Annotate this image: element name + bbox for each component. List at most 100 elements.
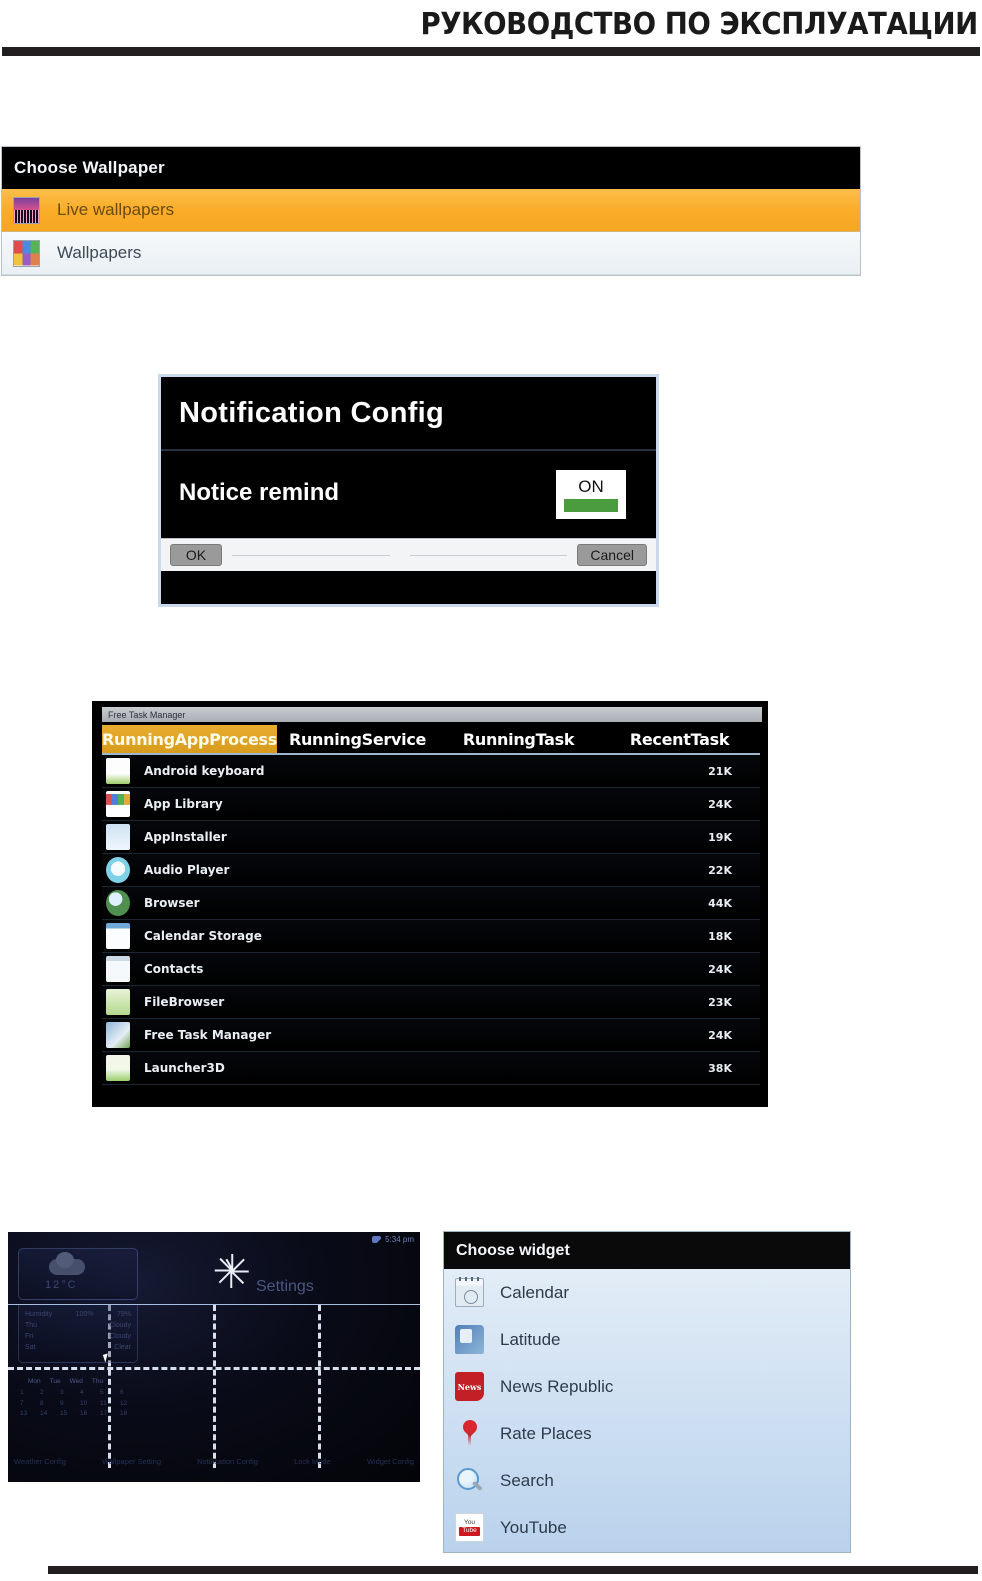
choose-widget-title: Choose widget [456,1241,570,1259]
calendar-day-grid: 1 2 3 4 5 6 7 8 9 10 11 12 13 14 15 16 1 [20,1388,138,1418]
live-wallpaper-icon [13,196,40,224]
process-name: Audio Player [144,863,230,877]
menu-item-widget-config[interactable]: Widget Config [367,1457,414,1466]
menu-item-weather-config[interactable]: Weather Config [14,1457,66,1466]
process-name: AppInstaller [144,830,227,844]
weather-widget-header[interactable]: 12°C [18,1248,138,1300]
weather-row-left: Fri [25,1332,34,1340]
calendar-day: 6 [120,1389,124,1397]
weather-row: Fri Cloudy [25,1332,131,1343]
news-republic-badge: News [457,1381,482,1392]
table-row[interactable]: Launcher3D 38K [102,1052,760,1085]
process-name: Calendar Storage [144,929,262,943]
app-installer-icon [106,824,130,850]
choose-wallpaper-titlebar: Choose Wallpaper [2,147,860,189]
calendar-weekday: Thu [91,1378,104,1385]
weather-row: Sat Clear [25,1343,131,1354]
calendar-weekday: Mon [28,1378,41,1385]
grid-divider-vertical [213,1305,216,1468]
process-name: Free Task Manager [144,1028,272,1042]
widget-item-youtube[interactable]: You Tube YouTube [444,1504,850,1551]
widget-item-latitude[interactable]: Latitude [444,1316,850,1363]
status-bar: 5:34 pm [8,1232,420,1246]
settings-label: Settings [256,1278,314,1295]
process-size: 24K [708,1028,732,1042]
audio-player-icon [106,857,130,883]
process-size: 38K [708,1061,732,1075]
wifi-icon [372,1235,382,1243]
widget-item-label: News Republic [500,1376,614,1396]
notification-config-body: Notice remind ON OK Cancel [161,451,656,571]
process-size: 21K [708,764,732,778]
menu-item-lock-mode[interactable]: Lock Mode [294,1457,331,1466]
table-row[interactable]: Contacts 24K [102,953,760,986]
youtube-badge-top: You [464,1518,475,1526]
widget-item-rate-places[interactable]: Rate Places [444,1410,850,1457]
map-pin-icon [455,1419,484,1448]
calendar-day: 2 [40,1389,44,1397]
process-size: 18K [708,929,732,943]
wallpaper-item-live-wallpapers[interactable]: Live wallpapers [2,189,860,232]
notification-config-title: Notification Config [179,396,445,429]
grid-divider-horizontal [8,1367,420,1370]
home-screen-menu-bar: Weather Config Wallpaper Setting Notific… [8,1457,420,1466]
widget-item-label: YouTube [500,1517,567,1537]
app-library-icon [106,791,130,817]
search-icon [455,1466,484,1495]
home-screen-panel: 5:34 pm 12°C Settings Humidity 100% 79% … [8,1232,420,1482]
notification-config-footer: OK Cancel [161,538,656,571]
weather-row-mid: Cloudy [109,1321,131,1329]
table-row[interactable]: Audio Player 22K [102,854,760,887]
tab-recent-task[interactable]: RecentTask [599,725,760,753]
ok-button[interactable]: OK [170,544,222,566]
toggle-state-label: ON [578,476,604,496]
weather-widget-body[interactable]: Humidity 100% 79% Thu Cloudy Fri Cloudy … [18,1305,138,1363]
widget-item-calendar[interactable]: Calendar [444,1269,850,1316]
calendar-day: 11 [100,1399,107,1407]
menu-item-wallpaper-setting[interactable]: Wallpaper Setting [102,1457,161,1466]
weather-row-mid: Clear [114,1343,131,1351]
task-manager-titlebar: Free Task Manager [102,707,762,722]
table-row[interactable]: Browser 44K [102,887,760,920]
free-task-manager-icon [106,1022,130,1048]
tab-running-app-process[interactable]: RunningAppProcess [102,725,277,753]
contacts-icon [106,956,130,982]
calendar-weekday-header: Mon Tue Wed Thu [20,1377,138,1386]
wallpapers-icon [13,239,40,267]
task-manager-list: Android keyboard 21K App Library 24K App… [102,755,760,1085]
weather-row-mid: Cloudy [109,1332,131,1340]
file-browser-icon [106,989,130,1015]
table-row[interactable]: App Library 24K [102,788,760,821]
wallpaper-item-wallpapers[interactable]: Wallpapers [2,232,860,275]
notice-remind-toggle[interactable]: ON [556,470,626,519]
tab-running-service[interactable]: RunningService [277,725,438,753]
browser-icon [106,890,130,916]
footer-divider [48,1566,978,1574]
process-name: Android keyboard [144,764,265,778]
wallpaper-item-label: Live wallpapers [57,200,175,219]
calendar-day: 4 [80,1389,84,1397]
calendar-icon [455,1277,484,1307]
tab-running-task[interactable]: RunningTask [438,725,599,753]
widget-item-news-republic[interactable]: News News Republic [444,1363,850,1410]
table-row[interactable]: FileBrowser 23K [102,986,760,1019]
widget-item-label: Search [500,1470,554,1490]
launcher3d-icon [106,1055,130,1081]
calendar-day: 9 [60,1399,64,1407]
youtube-badge-bottom: Tube [459,1527,480,1536]
calendar-day: 10 [80,1399,88,1407]
widget-item-search[interactable]: Search [444,1457,850,1504]
table-row[interactable]: Android keyboard 21K [102,755,760,788]
table-row[interactable]: Calendar Storage 18K [102,920,760,953]
table-row[interactable]: Free Task Manager 24K [102,1019,760,1052]
footer-divider [409,554,568,556]
process-name: Launcher3D [144,1061,225,1075]
weather-row-right: 79% [116,1311,131,1318]
calendar-widget[interactable]: Mon Tue Wed Thu 1 2 3 4 5 6 7 8 9 10 11 [20,1377,138,1437]
table-row[interactable]: AppInstaller 19K [102,821,760,854]
process-size: 23K [708,995,732,1009]
cancel-button[interactable]: Cancel [577,544,647,566]
menu-item-notification-config[interactable]: Notification Config [197,1457,258,1466]
choose-wallpaper-title: Choose Wallpaper [14,158,165,177]
footer-divider [232,554,390,556]
